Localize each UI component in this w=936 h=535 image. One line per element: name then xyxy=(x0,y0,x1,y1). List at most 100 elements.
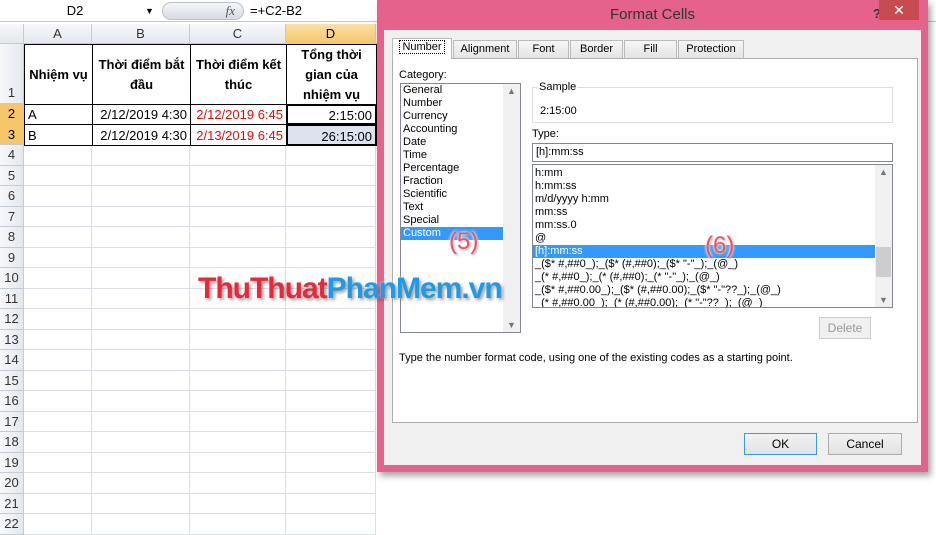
data-cell[interactable]: 2/13/2019 6:45 xyxy=(190,124,287,146)
cell[interactable] xyxy=(190,227,286,248)
cell[interactable] xyxy=(24,473,92,494)
cell[interactable] xyxy=(92,329,190,350)
cell[interactable] xyxy=(92,493,190,514)
cell[interactable] xyxy=(24,350,92,371)
type-input[interactable]: [h]:mm:ss xyxy=(532,143,893,162)
scrollbar-thumb[interactable] xyxy=(876,247,891,277)
row-header-12[interactable]: 12 xyxy=(0,309,24,330)
data-cell[interactable]: B xyxy=(24,124,93,146)
chevron-down-icon[interactable]: ▼ xyxy=(145,0,154,22)
cell[interactable] xyxy=(286,186,376,207)
header-cell[interactable]: Thời điểm kết thúc xyxy=(190,44,287,105)
cell[interactable] xyxy=(190,452,286,473)
cell[interactable] xyxy=(24,391,92,412)
row-header-18[interactable]: 18 xyxy=(0,432,24,453)
cell[interactable] xyxy=(92,206,190,227)
row-header-9[interactable]: 9 xyxy=(0,247,24,268)
header-cell[interactable]: Thời điểm bắt đầu xyxy=(92,44,191,105)
cell[interactable] xyxy=(286,370,376,391)
cell[interactable] xyxy=(24,145,92,166)
cell[interactable] xyxy=(286,493,376,514)
cell[interactable] xyxy=(92,186,190,207)
cell[interactable] xyxy=(24,493,92,514)
duration-cell[interactable]: 26:15:00 xyxy=(286,124,377,146)
cell[interactable] xyxy=(286,473,376,494)
cell[interactable] xyxy=(92,288,190,309)
chevron-down-icon[interactable]: ▼ xyxy=(503,320,520,330)
row-header-10[interactable]: 10 xyxy=(0,268,24,289)
cell[interactable] xyxy=(24,432,92,453)
cancel-button[interactable]: Cancel xyxy=(828,433,902,455)
row-header-20[interactable]: 20 xyxy=(0,473,24,494)
spreadsheet-grid[interactable]: A B C D 1 2 3 4 5 6 7 8 9 10 11 12 13 14 15 16 17 18 19 20 21 22 N… xyxy=(0,24,386,535)
cell[interactable] xyxy=(24,247,92,268)
cell[interactable] xyxy=(286,411,376,432)
cell[interactable] xyxy=(92,432,190,453)
type-item[interactable]: _($* #,##0.00_);_($* (#,##0.00);_($* "-"… xyxy=(533,284,875,297)
chevron-up-icon[interactable]: ▲ xyxy=(875,167,892,177)
cell[interactable] xyxy=(24,411,92,432)
tab-protection[interactable]: Protection xyxy=(678,40,744,58)
cell[interactable] xyxy=(190,145,286,166)
cell[interactable] xyxy=(286,514,376,535)
formula-input[interactable]: =+C2-B2 xyxy=(250,0,302,22)
category-scrollbar[interactable]: ▲ ▼ xyxy=(503,84,520,332)
tab-font[interactable]: Font xyxy=(518,40,569,58)
tab-alignment[interactable]: Alignment xyxy=(453,40,517,58)
row-header-16[interactable]: 16 xyxy=(0,391,24,412)
cell[interactable] xyxy=(92,247,190,268)
cell[interactable] xyxy=(190,350,286,371)
cell[interactable] xyxy=(190,186,286,207)
row-header-17[interactable]: 17 xyxy=(0,411,24,432)
column-header-C[interactable]: C xyxy=(190,24,286,44)
cell[interactable] xyxy=(24,186,92,207)
cell[interactable] xyxy=(190,473,286,494)
data-cell[interactable]: 2/12/2019 4:30 xyxy=(92,104,191,125)
row-header-1[interactable]: 1 xyxy=(0,44,24,104)
cell[interactable] xyxy=(286,329,376,350)
cell[interactable] xyxy=(24,268,92,289)
category-item-number[interactable]: Number xyxy=(401,97,503,110)
cell[interactable] xyxy=(92,514,190,535)
cell[interactable] xyxy=(92,350,190,371)
cell[interactable] xyxy=(190,370,286,391)
select-all-corner[interactable] xyxy=(0,24,24,44)
close-button[interactable]: ✕ xyxy=(879,0,919,20)
cell[interactable] xyxy=(92,145,190,166)
header-cell[interactable]: Tổng thời gian của nhiệm vụ xyxy=(286,44,377,105)
column-header-D[interactable]: D xyxy=(286,24,376,44)
cell[interactable] xyxy=(286,165,376,186)
tab-border[interactable]: Border xyxy=(570,40,623,58)
cell[interactable] xyxy=(190,247,286,268)
row-header-19[interactable]: 19 xyxy=(0,452,24,473)
cell[interactable] xyxy=(92,165,190,186)
cell[interactable] xyxy=(92,452,190,473)
row-header-4[interactable]: 4 xyxy=(0,145,24,166)
delete-button[interactable]: Delete xyxy=(819,317,871,339)
type-item[interactable]: _(* #,##0.00_);_(* (#,##0.00);_(* "-"??_… xyxy=(533,297,875,307)
cell[interactable] xyxy=(92,411,190,432)
insert-function-button[interactable]: fx xyxy=(162,2,244,20)
cell[interactable] xyxy=(92,391,190,412)
cell[interactable] xyxy=(24,165,92,186)
type-item[interactable]: h:mm xyxy=(533,167,875,180)
cell[interactable] xyxy=(286,247,376,268)
type-item[interactable]: _($* #,##0_);_($* (#,##0);_($* "-"_);_(@… xyxy=(533,258,875,271)
cell[interactable] xyxy=(190,329,286,350)
row-header-21[interactable]: 21 xyxy=(0,493,24,514)
type-item[interactable]: mm:ss.0 xyxy=(533,219,875,232)
cell[interactable] xyxy=(286,350,376,371)
cell[interactable] xyxy=(24,309,92,330)
cell[interactable] xyxy=(190,411,286,432)
cell[interactable] xyxy=(190,165,286,186)
cell[interactable] xyxy=(92,309,190,330)
row-header-6[interactable]: 6 xyxy=(0,186,24,207)
category-item-general[interactable]: General xyxy=(401,84,503,97)
cell[interactable] xyxy=(190,432,286,453)
row-header-7[interactable]: 7 xyxy=(0,206,24,227)
data-cell[interactable]: 2/12/2019 4:30 xyxy=(92,124,191,146)
cell[interactable] xyxy=(24,514,92,535)
type-item[interactable]: m/d/yyyy h:mm xyxy=(533,193,875,206)
chevron-up-icon[interactable]: ▲ xyxy=(503,86,520,96)
category-item-accounting[interactable]: Accounting xyxy=(401,123,503,136)
